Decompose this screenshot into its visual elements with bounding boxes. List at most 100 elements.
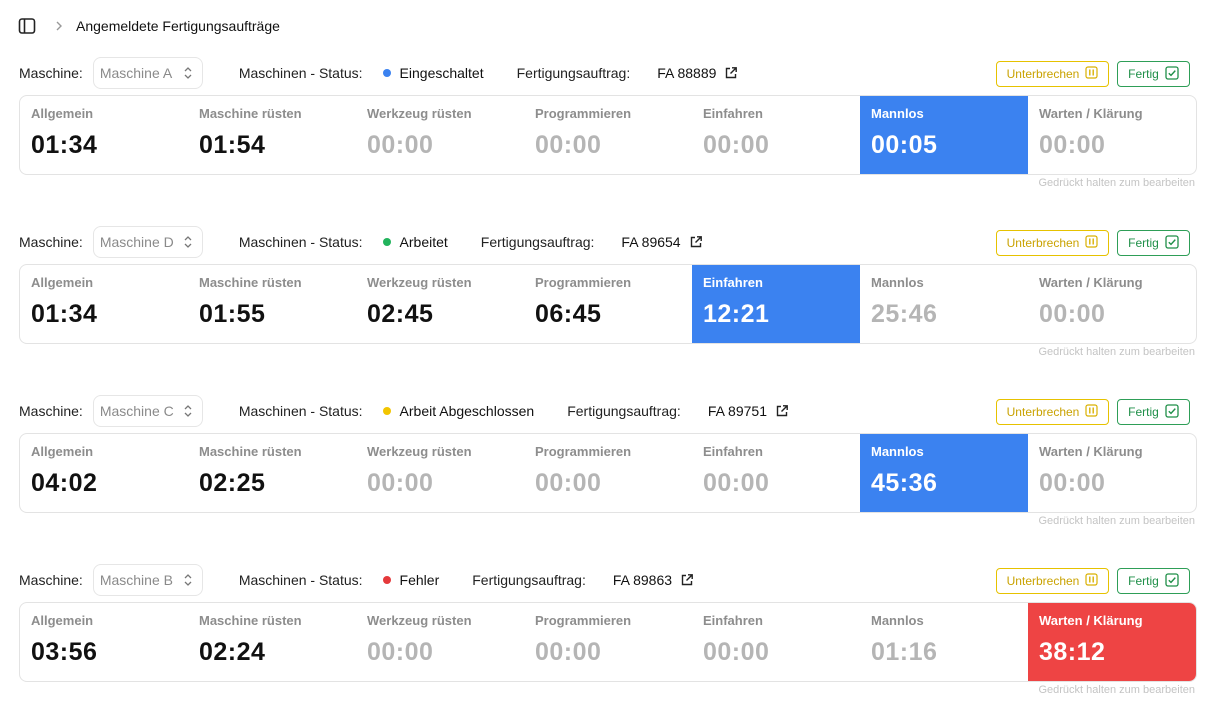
phase-tile[interactable]: Mannlos 01:16 xyxy=(860,603,1028,681)
phase-tile[interactable]: Allgemein 01:34 xyxy=(20,96,188,174)
phase-label: Mannlos xyxy=(871,106,924,121)
phase-time: 00:00 xyxy=(1039,300,1106,328)
order-label: Fertigungsauftrag: xyxy=(567,403,681,419)
order-number[interactable]: FA 89654 xyxy=(621,234,680,250)
edit-hint: Gedrückt halten zum bearbeiten xyxy=(1038,684,1195,696)
phase-time: 25:46 xyxy=(871,300,938,328)
phase-time: 04:02 xyxy=(31,469,98,497)
phase-tile[interactable]: Warten / Klärung 38:12 xyxy=(1028,603,1196,681)
phase-label: Allgemein xyxy=(31,613,94,628)
phase-tile[interactable]: Einfahren 00:00 xyxy=(692,603,860,681)
phase-tile[interactable]: Mannlos 25:46 xyxy=(860,265,1028,343)
phase-time: 00:00 xyxy=(367,131,434,159)
machine-block: Maschine: Maschine C Maschinen - Status: Ar… xyxy=(19,394,1197,527)
phase-label: Einfahren xyxy=(703,106,763,121)
status-value: Eingeschaltet xyxy=(399,65,484,81)
phase-tile[interactable]: Programmieren 00:00 xyxy=(524,434,692,512)
phase-tile[interactable]: Werkzeug rüsten 00:00 xyxy=(356,434,524,512)
order-number[interactable]: FA 89863 xyxy=(613,572,672,588)
status-value: Arbeitet xyxy=(399,234,448,250)
interrupt-button[interactable]: Unterbrechen xyxy=(996,568,1109,594)
phase-tile[interactable]: Einfahren 00:00 xyxy=(692,434,860,512)
interrupt-button[interactable]: Unterbrechen xyxy=(996,399,1109,425)
phase-label: Werkzeug rüsten xyxy=(367,613,472,628)
chevron-right-icon xyxy=(54,20,64,32)
machine-select[interactable]: Maschine A xyxy=(92,57,203,89)
phase-tile[interactable]: Werkzeug rüsten 00:00 xyxy=(356,603,524,681)
pause-icon xyxy=(1085,66,1098,82)
machine-select[interactable]: Maschine B xyxy=(92,564,203,596)
done-button[interactable]: Fertig xyxy=(1117,399,1190,425)
status-value: Fehler xyxy=(399,572,440,588)
phase-tile[interactable]: Allgemein 03:56 xyxy=(20,603,188,681)
interrupt-label: Unterbrechen xyxy=(1006,67,1080,81)
phase-time: 01:55 xyxy=(199,300,266,328)
phase-tile[interactable]: Maschine rüsten 02:25 xyxy=(188,434,356,512)
phase-tile[interactable]: Warten / Klärung 00:00 xyxy=(1028,96,1196,174)
phase-tile[interactable]: Programmieren 00:00 xyxy=(524,96,692,174)
external-link-icon[interactable] xyxy=(689,235,703,249)
phase-tile[interactable]: Maschine rüsten 01:54 xyxy=(188,96,356,174)
phase-tile[interactable]: Warten / Klärung 00:00 xyxy=(1028,434,1196,512)
phase-tile[interactable]: Allgemein 01:34 xyxy=(20,265,188,343)
phase-time: 01:34 xyxy=(31,131,98,159)
chevron-up-down-icon xyxy=(182,403,194,419)
interrupt-button[interactable]: Unterbrechen xyxy=(996,230,1109,256)
external-link-icon[interactable] xyxy=(724,66,738,80)
phase-tile[interactable]: Mannlos 45:36 xyxy=(860,434,1028,512)
phase-label: Einfahren xyxy=(703,275,763,290)
phase-tile[interactable]: Maschine rüsten 01:55 xyxy=(188,265,356,343)
chevron-up-down-icon xyxy=(182,65,194,81)
phase-label: Maschine rüsten xyxy=(199,444,302,459)
phase-label: Werkzeug rüsten xyxy=(367,444,472,459)
sidebar-toggle-icon[interactable] xyxy=(18,17,36,35)
phase-label: Warten / Klärung xyxy=(1039,613,1143,628)
phase-time: 02:24 xyxy=(199,638,266,666)
phase-tile[interactable]: Einfahren 12:21 xyxy=(692,265,860,343)
machine-header: Maschine: Maschine B Maschinen - Status: Fe… xyxy=(19,563,1197,597)
phase-label: Warten / Klärung xyxy=(1039,444,1143,459)
phase-label: Programmieren xyxy=(535,444,632,459)
order-number[interactable]: FA 89751 xyxy=(708,403,767,419)
machine-select[interactable]: Maschine C xyxy=(92,395,203,427)
external-link-icon[interactable] xyxy=(680,573,694,587)
phase-tile[interactable]: Allgemein 04:02 xyxy=(20,434,188,512)
done-button[interactable]: Fertig xyxy=(1117,568,1190,594)
status-label: Maschinen - Status: xyxy=(238,403,363,419)
action-buttons: Unterbrechen Fertig xyxy=(996,568,1190,594)
done-button[interactable]: Fertig xyxy=(1117,61,1190,87)
phase-tile[interactable]: Maschine rüsten 02:24 xyxy=(188,603,356,681)
phase-time: 03:56 xyxy=(31,638,98,666)
phase-tile[interactable]: Programmieren 06:45 xyxy=(524,265,692,343)
page-title: Angemeldete Fertigungsaufträge xyxy=(76,18,280,34)
order-number[interactable]: FA 88889 xyxy=(657,65,716,81)
phase-time: 45:36 xyxy=(871,469,938,497)
check-square-icon xyxy=(1165,403,1179,421)
external-link-icon[interactable] xyxy=(775,404,789,418)
phase-label: Werkzeug rüsten xyxy=(367,275,472,290)
phase-tile[interactable]: Einfahren 00:00 xyxy=(692,96,860,174)
phase-tile[interactable]: Warten / Klärung 00:00 xyxy=(1028,265,1196,343)
chevron-up-down-icon xyxy=(182,572,194,588)
phase-tile[interactable]: Werkzeug rüsten 00:00 xyxy=(356,96,524,174)
machine-label: Maschine: xyxy=(19,65,83,81)
interrupt-button[interactable]: Unterbrechen xyxy=(996,61,1109,87)
phase-time: 00:05 xyxy=(871,131,938,159)
phase-label: Mannlos xyxy=(871,613,924,628)
phase-label: Allgemein xyxy=(31,275,94,290)
phase-label: Programmieren xyxy=(535,613,632,628)
phase-time: 00:00 xyxy=(367,469,434,497)
phase-label: Programmieren xyxy=(535,106,632,121)
phase-tile[interactable]: Programmieren 00:00 xyxy=(524,603,692,681)
phase-label: Maschine rüsten xyxy=(199,275,302,290)
interrupt-label: Unterbrechen xyxy=(1006,236,1080,250)
order-label: Fertigungsauftrag: xyxy=(516,65,631,81)
phase-timer-row: Allgemein 01:34 Maschine rüsten 01:54 Werkze… xyxy=(19,95,1197,175)
done-button[interactable]: Fertig xyxy=(1117,230,1190,256)
phase-time: 02:45 xyxy=(367,300,434,328)
phase-tile[interactable]: Mannlos 00:05 xyxy=(860,96,1028,174)
phase-time: 00:00 xyxy=(1039,131,1106,159)
phase-label: Mannlos xyxy=(871,444,924,459)
machine-select[interactable]: Maschine D xyxy=(92,226,203,258)
phase-tile[interactable]: Werkzeug rüsten 02:45 xyxy=(356,265,524,343)
